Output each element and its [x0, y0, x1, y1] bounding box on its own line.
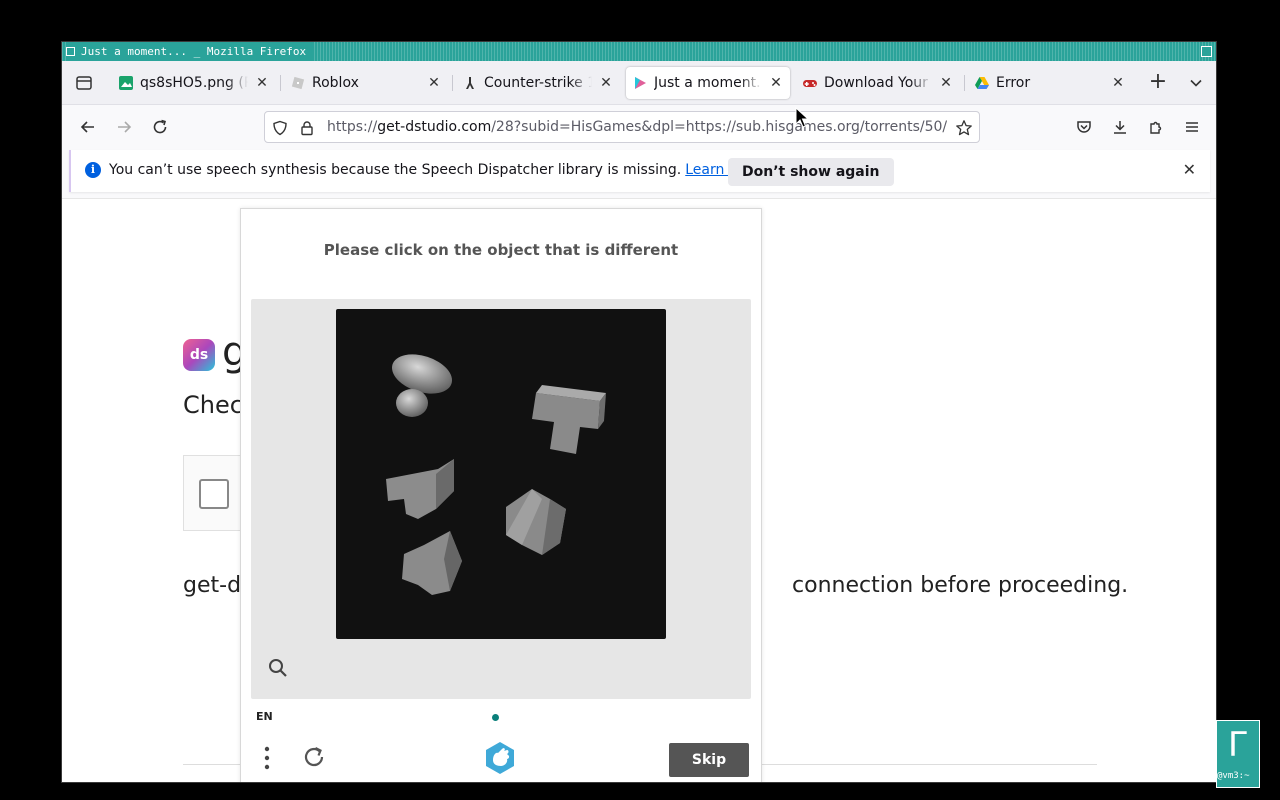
navigation-toolbar: https://get-dstudio.com/28?subid=HisGame… — [62, 106, 1216, 148]
dont-show-again-button[interactable]: Don’t show again — [728, 158, 894, 186]
tab-close-icon[interactable]: ✕ — [768, 75, 784, 91]
tab-qs8sho5[interactable]: qs8sHO5.png (PNG Image ✕ — [114, 67, 276, 99]
tab-label: qs8sHO5.png (PNG Image — [140, 75, 248, 91]
window-menu-icon[interactable] — [66, 47, 75, 56]
forward-arrow-icon — [118, 121, 132, 133]
lock-icon[interactable] — [298, 119, 316, 137]
url-host: get-dstudio.com — [377, 119, 492, 135]
tab-close-icon[interactable]: ✕ — [598, 75, 614, 91]
captcha-object-block-2[interactable] — [386, 459, 454, 519]
back-button[interactable] — [74, 113, 102, 141]
notification-message: You can’t use speech synthesis because t… — [109, 162, 765, 178]
tab-label: Counter-strike 1.6 — [484, 75, 592, 91]
tab-close-icon[interactable]: ✕ — [938, 75, 954, 91]
pocket-icon — [1077, 121, 1091, 133]
captcha-object-ellipsoid[interactable] — [387, 347, 457, 417]
image-favicon-icon — [118, 75, 134, 91]
site-logo-icon: ds — [183, 339, 215, 371]
captcha-prompt: Please click on the object that is diffe… — [323, 241, 679, 259]
tab-label: Just a moment... — [654, 75, 762, 91]
magnifier-icon — [269, 659, 287, 677]
tab-close-icon[interactable]: ✕ — [254, 75, 270, 91]
desktop: Just a moment... _ Mozilla Firefox qs8sH… — [0, 0, 1280, 800]
refresh-icon — [304, 747, 324, 767]
pocket-button[interactable] — [1070, 113, 1098, 141]
tab-roblox[interactable]: Roblox ✕ — [286, 67, 448, 99]
new-tab-button[interactable]: + — [1144, 69, 1172, 97]
tab-close-icon[interactable]: ✕ — [426, 75, 442, 91]
dstudio-favicon-icon — [632, 75, 648, 91]
back-arrow-icon — [80, 121, 94, 133]
captcha-object-block-3[interactable] — [506, 489, 566, 555]
captcha-object-block-4[interactable] — [402, 531, 462, 595]
language-selector[interactable]: EN — [256, 710, 273, 723]
puzzle-piece-icon — [1150, 121, 1162, 134]
tab-just-a-moment[interactable]: Just a moment... ✕ — [626, 67, 790, 99]
captcha-stage — [251, 299, 751, 699]
roblox-favicon-icon — [290, 75, 306, 91]
speech-dispatcher-notification: i You can’t use speech synthesis because… — [69, 150, 1210, 192]
tab-error[interactable]: Error ✕ — [970, 67, 1132, 99]
list-all-tabs-button[interactable] — [1182, 69, 1210, 97]
reload-icon — [153, 119, 167, 134]
downloads-button[interactable] — [1106, 113, 1134, 141]
firefox-window: Just a moment... _ Mozilla Firefox qs8sH… — [61, 41, 1217, 783]
zoom-button[interactable] — [267, 657, 289, 679]
tab-separator — [280, 75, 281, 91]
url-scheme: https:// — [327, 119, 378, 135]
tab-label: Download Your Free — [824, 75, 932, 91]
tab-separator — [452, 75, 453, 91]
notification-close-icon[interactable]: ✕ — [1183, 162, 1196, 178]
chevron-down-icon — [1190, 79, 1202, 87]
hcaptcha-logo-icon[interactable] — [483, 741, 517, 775]
tab-counter-strike[interactable]: Counter-strike 1.6 ✕ — [458, 67, 620, 99]
tab-download-your-free[interactable]: Download Your Free ✕ — [798, 67, 960, 99]
mouse-cursor-icon — [795, 107, 809, 128]
progress-dot — [492, 714, 499, 721]
tab-close-icon[interactable]: ✕ — [1110, 75, 1126, 91]
app-menu-button[interactable] — [1178, 113, 1206, 141]
gamepad-favicon-icon — [802, 75, 818, 91]
forward-button[interactable] — [110, 113, 138, 141]
firefox-view-button[interactable] — [70, 69, 98, 97]
captcha-refresh-button[interactable] — [300, 743, 328, 771]
terminal-icon: Γ — [1227, 725, 1249, 765]
review-text-left: get-d — [183, 573, 242, 598]
counter-strike-favicon-icon — [462, 75, 478, 91]
tab-label: Error — [996, 75, 1031, 91]
shield-icon[interactable] — [271, 119, 289, 137]
terminal-launcher[interactable]: Γ @vm3:~ — [1216, 720, 1260, 788]
extensions-button[interactable] — [1142, 113, 1170, 141]
url-text[interactable]: https://get-dstudio.com/28?subid=HisGame… — [327, 119, 947, 135]
url-bar[interactable]: https://get-dstudio.com/28?subid=HisGame… — [264, 111, 980, 143]
skip-button[interactable]: Skip — [669, 743, 749, 777]
captcha-image-canvas[interactable] — [336, 309, 666, 639]
captcha-menu-button[interactable] — [257, 744, 277, 772]
window-titlebar[interactable]: Just a moment... _ Mozilla Firefox — [62, 42, 1216, 61]
notification-text: You can’t use speech synthesis because t… — [109, 162, 682, 178]
firefox-view-icon — [76, 76, 92, 90]
tab-label: Roblox — [312, 75, 359, 91]
captcha-object-block-1[interactable] — [532, 385, 606, 454]
captcha-3d-objects — [386, 347, 606, 595]
terminal-label: @vm3:~ — [1217, 771, 1250, 781]
captcha-challenge: Please click on the object that is diffe… — [240, 208, 762, 782]
bookmark-star-icon[interactable] — [955, 119, 973, 137]
google-drive-favicon-icon — [974, 75, 990, 91]
window-title-area: Just a moment... _ Mozilla Firefox — [66, 42, 313, 61]
window-title: Just a moment... _ Mozilla Firefox — [81, 45, 307, 58]
hamburger-menu-icon — [1186, 122, 1198, 132]
tab-separator — [964, 75, 965, 91]
info-icon: i — [85, 162, 101, 178]
url-path: /28?subid=HisGames&dpl=https://sub.hisga… — [491, 119, 947, 135]
more-vertical-icon — [264, 746, 270, 770]
review-text-right: connection before proceeding. — [792, 573, 1129, 598]
maximize-button[interactable] — [1201, 46, 1212, 57]
download-icon — [1114, 121, 1126, 134]
tab-bar: qs8sHO5.png (PNG Image ✕ Roblox ✕ Counte… — [62, 61, 1216, 105]
verify-checkbox[interactable] — [199, 479, 229, 509]
reload-button[interactable] — [146, 113, 174, 141]
